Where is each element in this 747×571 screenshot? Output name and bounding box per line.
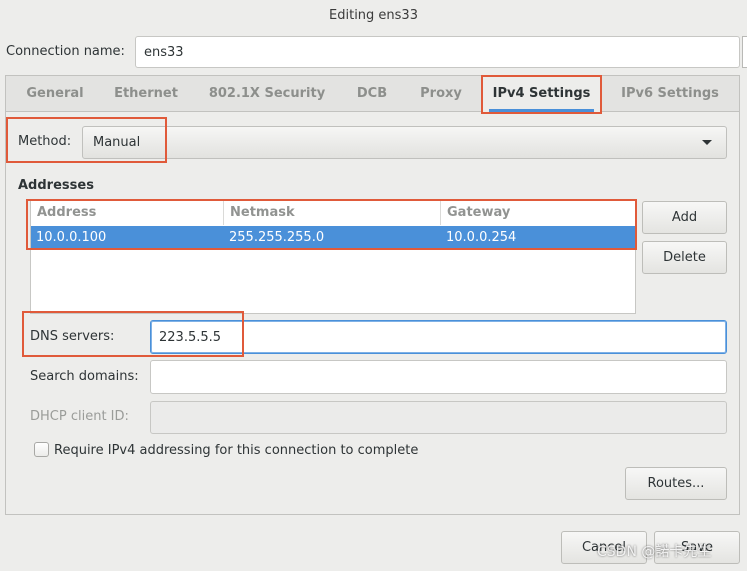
highlight-method [6,117,167,163]
connection-name-label: Connection name: [6,44,125,59]
require-ipv4-checkbox[interactable] [34,442,49,457]
chevron-down-icon [702,140,712,145]
tab-ethernet[interactable]: Ethernet [100,76,192,112]
tab-8021x-security[interactable]: 802.1X Security [200,76,334,112]
require-ipv4-label[interactable]: Require IPv4 addressing for this connect… [54,443,418,458]
highlight-ipv4-tab [481,75,602,114]
tab-ipv6-settings[interactable]: IPv6 Settings [610,76,730,112]
dhcp-client-id-label: DHCP client ID: [30,409,129,424]
tab-general[interactable]: General [12,76,98,112]
tab-proxy[interactable]: Proxy [410,76,472,112]
method-dropdown[interactable]: Manual [82,126,727,159]
window-title: Editing ens33 [329,8,418,23]
highlight-addresses [26,199,637,250]
delete-button[interactable]: Delete [642,241,727,274]
add-button[interactable]: Add [642,201,727,234]
connection-name-input[interactable] [135,36,740,68]
scroll-edge [742,36,747,68]
dhcp-client-id-input [150,401,727,434]
search-domains-input[interactable] [150,360,727,394]
tab-dcb[interactable]: DCB [344,76,400,112]
search-domains-label: Search domains: [30,369,139,384]
routes-button[interactable]: Routes... [625,467,727,500]
addresses-heading: Addresses [18,178,94,193]
watermark: CSDN @諾卡先生 [597,544,712,560]
highlight-dns [22,311,244,357]
